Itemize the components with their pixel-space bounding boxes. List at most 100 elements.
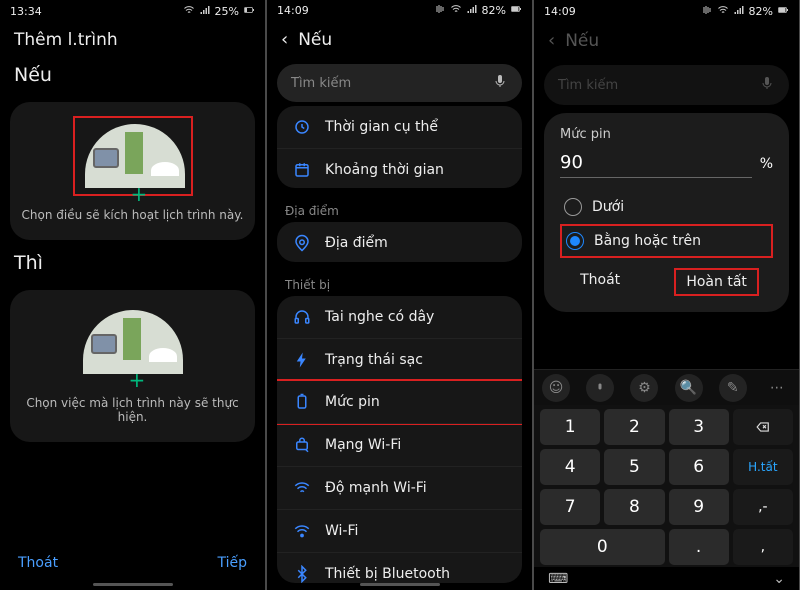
item-label: Thiết bị Bluetooth [325,566,450,582]
search-input[interactable]: Tìm kiếm [277,64,522,102]
radio-label: Bằng hoặc trên [594,233,701,249]
status-right: 82% [434,3,522,18]
key-5[interactable]: 5 [604,449,664,485]
kb-switch-icon[interactable]: ⌨ [548,571,568,587]
key-0[interactable]: 0 [540,529,665,565]
key-7[interactable]: 7 [540,489,600,525]
item-location[interactable]: Địa điểm [277,222,522,262]
sheet-title: Mức pin [560,127,773,142]
key-comma[interactable]: , [733,529,793,565]
key-2[interactable]: 2 [604,409,664,445]
item-charging-state[interactable]: Trạng thái sạc [277,338,522,381]
wifi-icon [293,479,311,497]
back-button[interactable]: ‹ [281,29,288,50]
wake-icon [701,4,713,19]
next-button[interactable]: Tiếp [217,555,247,571]
item-wifi[interactable]: Wi-Fi [277,509,522,552]
cancel-button[interactable]: Thoát [18,555,58,571]
if-header: Nếu [0,58,265,96]
section-device: Thiết bị [267,270,532,296]
done-button[interactable]: Hoàn tất [674,268,759,296]
status-bar: 14:09 82% [267,0,532,21]
back-button: ‹ [548,30,555,51]
item-label: Địa điểm [325,235,388,251]
header: ‹ Nếu [534,22,799,59]
key-9[interactable]: 9 [669,489,729,525]
item-label: Mức pin [325,394,380,410]
battery-icon [510,3,522,18]
key-done[interactable]: H.tất [733,449,793,485]
key-3[interactable]: 3 [669,409,729,445]
key-backspace[interactable] [733,409,793,445]
if-description: Chọn điều sẽ kích hoạt lịch trình này. [22,208,244,222]
if-illustration[interactable]: + [73,116,193,196]
if-card[interactable]: + Chọn điều sẽ kích hoạt lịch trình này. [10,102,255,240]
key-6[interactable]: 6 [669,449,729,485]
status-time: 14:09 [277,4,309,17]
item-time-range[interactable]: Khoảng thời gian [277,148,522,188]
item-wifi-strength[interactable]: Độ mạnh Wi-Fi [277,466,522,509]
clock-icon [293,118,311,136]
panel-add-routine: 13:34 25% Thêm l.trình Nếu + Chọn điều s… [0,0,265,590]
panel-battery-level: 14:09 82% ‹ Nếu Tìm kiếm Mức pin [534,0,799,590]
value-row: 90 % [560,152,773,178]
battery-text: 82% [482,4,506,17]
battery-sheet: Mức pin 90 % Dưới Bằng hoặc trên Thoát H… [544,113,789,312]
then-card[interactable]: + Chọn việc mà lịch trình này sẽ thực hi… [10,290,255,442]
item-label: Khoảng thời gian [325,162,444,178]
then-illustration[interactable]: + [73,304,193,384]
item-wifi-network[interactable]: Mạng Wi-Fi [277,423,522,466]
calendar-icon [293,161,311,179]
footer: Thoát Tiếp [0,543,265,579]
radio-below[interactable]: Dưới [560,190,773,224]
item-battery-level[interactable]: Mức pin [277,379,522,425]
status-right: 25% [183,4,255,19]
key-4[interactable]: 4 [540,449,600,485]
cancel-button[interactable]: Thoát [574,268,626,296]
item-wired-headphones[interactable]: Tai nghe có dây [277,296,522,338]
kb-more-icon[interactable]: ⋯ [763,374,791,402]
key-neg[interactable]: ,- [733,489,793,525]
status-time: 14:09 [544,5,576,18]
then-header: Thì [0,246,265,284]
battery-icon [293,393,311,411]
item-label: Wi-Fi [325,523,358,539]
mic-icon[interactable] [492,73,508,93]
device-block: Tai nghe có dây Trạng thái sạc Mức pin M… [277,296,522,583]
key-8[interactable]: 8 [604,489,664,525]
wifi-icon [450,3,462,18]
battery-text: 82% [749,5,773,18]
button-row: Thoát Hoàn tất [560,268,773,296]
place-block: Địa điểm [277,222,522,262]
signal-icon [733,4,745,19]
plus-icon: + [131,182,148,206]
kb-settings-icon[interactable]: ⚙ [630,374,658,402]
bolt-icon [293,351,311,369]
key-1[interactable]: 1 [540,409,600,445]
wifi-icon [717,4,729,19]
key-dot[interactable]: . [669,529,729,565]
signal-icon [199,4,211,19]
search-placeholder: Tìm kiếm [558,78,618,93]
kb-mic-icon[interactable] [586,374,614,402]
item-label: Mạng Wi-Fi [325,437,401,453]
time-block: Thời gian cụ thể Khoảng thời gian [277,106,522,188]
status-time: 13:34 [10,5,42,18]
value-input[interactable]: 90 [560,152,752,178]
section-place: Địa điểm [267,196,532,222]
kb-collapse-icon[interactable]: ⌄ [773,571,785,587]
item-bluetooth-device[interactable]: Thiết bị Bluetooth [277,552,522,583]
panel-if-conditions: 14:09 82% ‹ Nếu Tìm kiếm [267,0,532,590]
item-specific-time[interactable]: Thời gian cụ thể [277,106,522,148]
kb-emoji-icon[interactable]: ☺ [542,374,570,402]
kb-search-icon[interactable]: 🔍 [675,374,703,402]
status-bar: 13:34 25% [0,0,265,22]
battery-icon [777,4,789,19]
radio-at-or-above[interactable]: Bằng hoặc trên [560,224,773,258]
radio-checked-icon [566,232,584,250]
nav-hint [93,583,173,586]
search-input: Tìm kiếm [544,65,789,105]
status-right: 82% [701,4,789,19]
kb-translate-icon[interactable]: ✎ [719,374,747,402]
mic-icon [759,75,775,95]
